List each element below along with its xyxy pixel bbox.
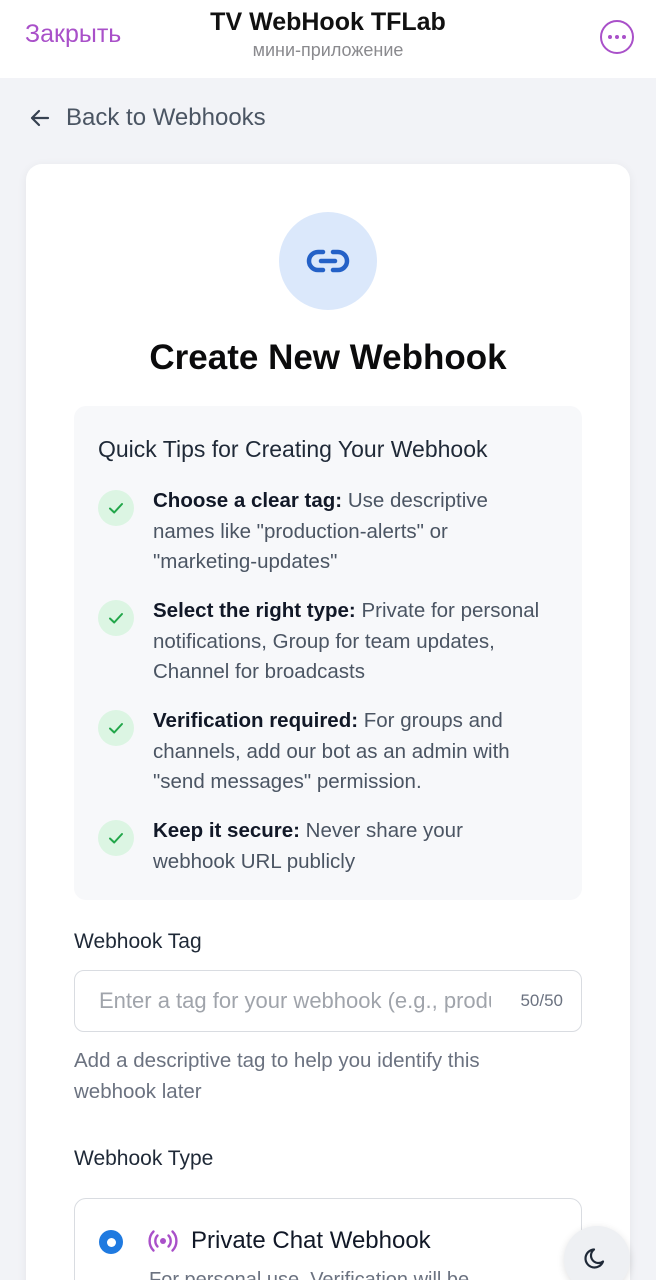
back-link-label: Back to Webhooks [66,104,266,131]
type-radio[interactable] [99,1230,123,1254]
arrow-left-icon [30,109,50,127]
tips-title: Quick Tips for Creating Your Webhook [98,436,488,462]
type-option-private-chat[interactable]: Private Chat Webhook For personal use. V… [74,1198,582,1280]
type-option-description: For personal use. Verification will be [149,1269,470,1280]
quick-tips-panel: Quick Tips for Creating Your Webhook Cho… [74,406,582,900]
broadcast-icon [148,1230,178,1252]
create-webhook-card: Create New Webhook Quick Tips for Creati… [26,164,630,1280]
app-subtitle: мини-приложение [252,40,404,60]
check-icon [98,710,134,746]
tip-item: Select the right type: Private for perso… [98,596,568,688]
more-dot [615,35,619,39]
tip-text: Verification required: For groups and ch… [153,706,543,798]
webhook-tag-help: Add a descriptive tag to help you identi… [74,1049,480,1103]
more-dot [622,35,626,39]
tip-text: Keep it secure: Never share your webhook… [153,816,543,877]
check-icon [98,600,134,636]
check-icon [98,490,134,526]
top-bar: Закрыть TV WebHook TFLab мини-приложение [0,0,656,78]
more-options-button[interactable] [600,20,634,54]
radio-dot [106,1237,116,1247]
webhook-tag-field: 50/50 [74,970,582,1032]
tip-item: Choose a clear tag: Use descriptive name… [98,486,568,578]
type-option-title: Private Chat Webhook [191,1227,431,1254]
more-horizontal-icon [608,35,612,39]
webhook-type-label: Webhook Type [74,1147,214,1170]
link-icon [306,249,350,273]
tip-heading: Verification required: [153,709,359,732]
back-to-webhooks-link[interactable]: Back to Webhooks [28,104,266,132]
page-title: Create New Webhook [149,338,507,377]
char-counter: 50/50 [520,991,563,1010]
check-icon [98,820,134,856]
tip-text: Select the right type: Private for perso… [153,596,543,688]
tip-heading: Choose a clear tag: [153,489,343,512]
webhook-tag-label: Webhook Tag [74,930,202,953]
tip-heading: Select the right type: [153,599,356,622]
tip-heading: Keep it secure: [153,819,300,842]
moon-icon [584,1248,605,1269]
app-title: TV WebHook TFLab [210,8,446,36]
hero-icon-circle [279,212,377,310]
tip-item: Verification required: For groups and ch… [98,706,568,798]
tip-item: Keep it secure: Never share your webhook… [98,816,568,877]
webhook-tag-input[interactable] [99,985,491,1017]
tip-text: Choose a clear tag: Use descriptive name… [153,486,543,578]
